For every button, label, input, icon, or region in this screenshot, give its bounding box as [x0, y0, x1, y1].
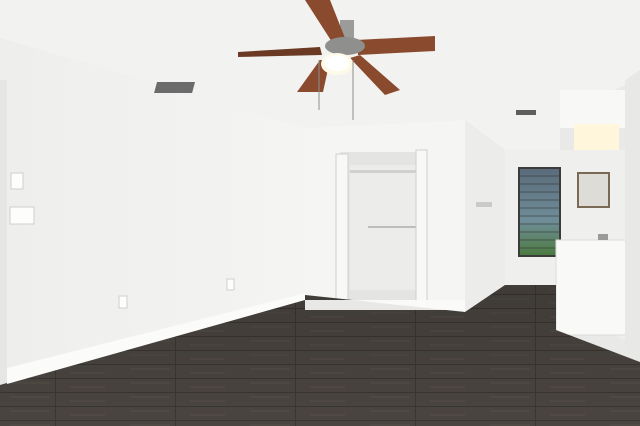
bathroom-soffit	[560, 90, 635, 128]
fan-motor-housing	[325, 37, 365, 55]
light-switch-double	[9, 206, 35, 225]
left-door-edge	[0, 80, 7, 385]
window	[518, 167, 561, 257]
ceiling-vent-2	[516, 110, 536, 115]
light-switch	[10, 172, 24, 190]
outlet	[118, 295, 128, 309]
light-bulb-icon	[325, 55, 349, 71]
towel-hook	[476, 202, 492, 207]
ceiling-vent	[154, 82, 196, 93]
baseboard-center	[305, 300, 465, 310]
faucet	[598, 234, 608, 240]
outlet-2	[226, 278, 235, 291]
closet-rod	[368, 226, 418, 228]
right-wall	[625, 70, 640, 360]
right-side-wall	[465, 120, 505, 312]
closet-door-left	[335, 153, 349, 307]
closet-door-right	[415, 149, 428, 313]
room-photo	[0, 0, 640, 426]
mirror	[577, 172, 610, 208]
closet-shelf	[350, 170, 420, 173]
bathroom-light	[574, 124, 619, 150]
vanity	[555, 239, 633, 336]
